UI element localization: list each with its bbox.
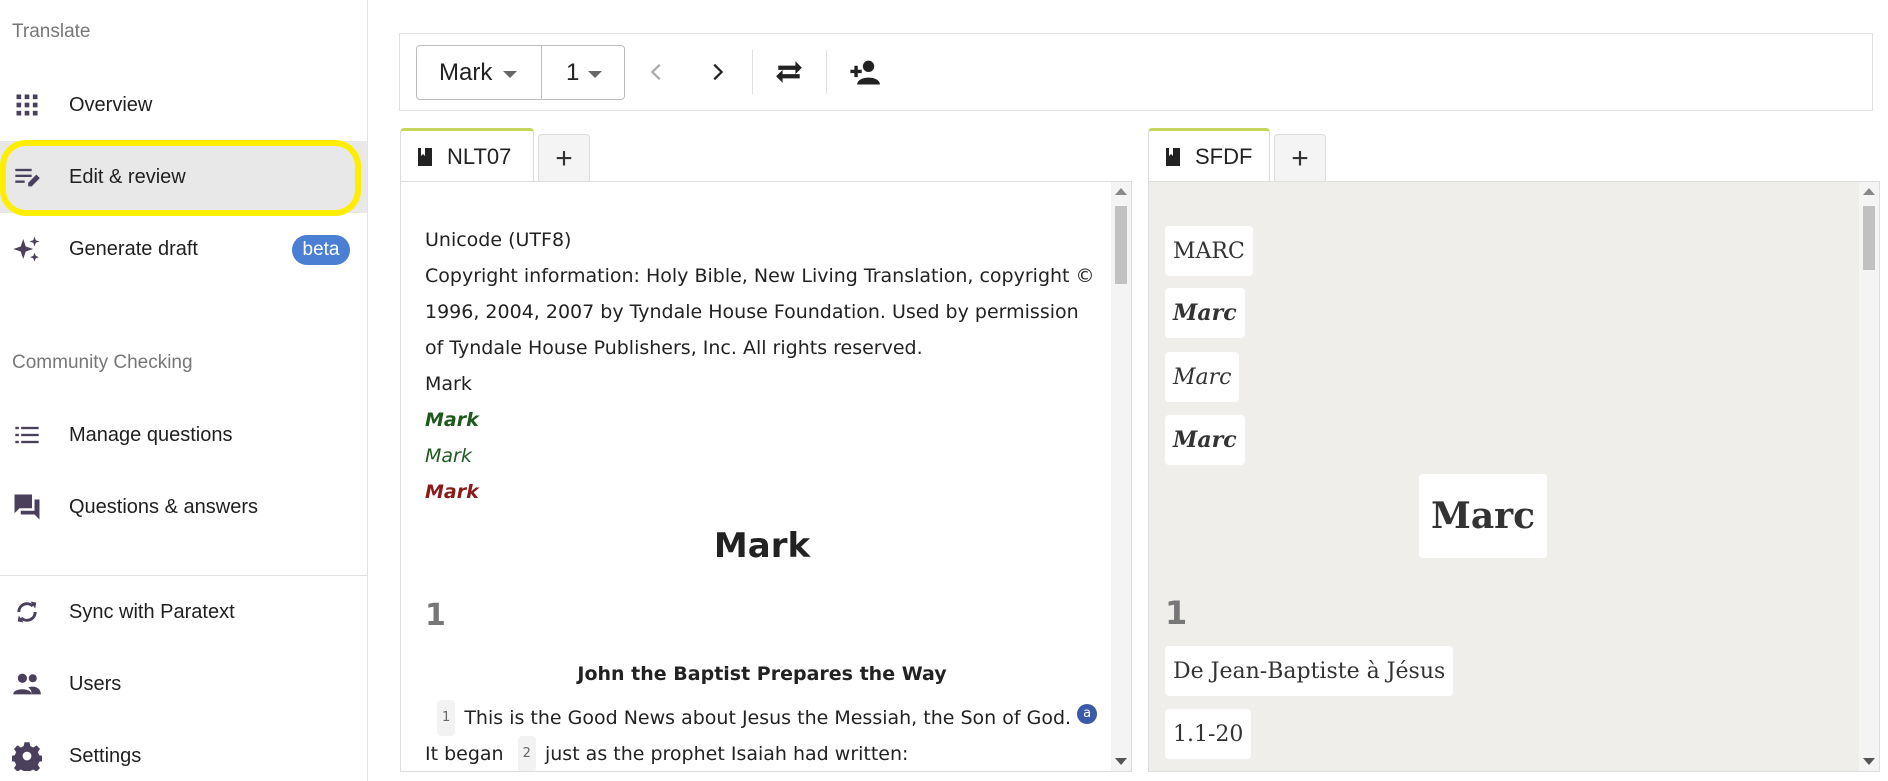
- previous-chapter-button[interactable]: [635, 50, 679, 94]
- book-name-red: Mark: [425, 481, 479, 503]
- swap-icon: [776, 61, 802, 83]
- book-name-bold: Mark: [425, 409, 479, 431]
- book-select-value: Mark: [439, 58, 493, 86]
- list-icon: [12, 420, 42, 450]
- app: Translate Overview Edit & review Generat…: [0, 0, 1888, 781]
- segment-book-bold[interactable]: Marc: [1165, 288, 1245, 338]
- translate-section-title: Translate: [12, 21, 91, 42]
- sidebar-item-label: Overview: [69, 93, 153, 116]
- sidebar-item-overview[interactable]: Overview: [0, 69, 367, 141]
- tab-label: NLT07: [447, 143, 512, 169]
- chapter-number: 1: [1165, 594, 1188, 632]
- gear-icon: [12, 741, 42, 771]
- section-heading: John the Baptist Prepares the Way: [577, 663, 947, 685]
- tab-sfdf[interactable]: SFDF: [1148, 128, 1270, 182]
- beta-badge: beta: [292, 235, 350, 265]
- chevron-down-icon: [588, 71, 602, 78]
- chevron-right-icon: [713, 63, 724, 81]
- chapter-select-value: 1: [566, 58, 580, 86]
- book-title: Mark: [713, 526, 811, 566]
- sidebar-item-label: Sync with Paratext: [69, 600, 235, 623]
- grid-icon: [12, 90, 42, 120]
- verse-text: This is the Good News about Jesus the Me…: [464, 707, 1072, 729]
- segment-book-bold-2[interactable]: Marc: [1165, 415, 1245, 465]
- scroll-down-icon[interactable]: [1863, 758, 1875, 765]
- scroll-down-icon[interactable]: [1115, 758, 1127, 765]
- verse-text: just as the prophet Isaiah had written:: [544, 743, 909, 765]
- source-panel: NLT07 + Unicode (UTF8) Copyright informa…: [400, 128, 1132, 772]
- segment-book-caps[interactable]: MARC: [1165, 226, 1253, 276]
- translation-editor[interactable]: MARC Marc Marc Marc Marc 1 De Jean-Bapti…: [1148, 181, 1880, 772]
- scrollbar-thumb[interactable]: [1863, 206, 1875, 270]
- verse-number[interactable]: 2: [517, 736, 536, 771]
- segment-section-heading[interactable]: De Jean-Baptiste à Jésus: [1165, 646, 1454, 696]
- verse-text: It began: [425, 743, 504, 765]
- verse-1: 1 This is the Good News about Jesus the …: [425, 700, 1099, 736]
- sidebar-item-users[interactable]: Users: [0, 648, 367, 720]
- add-user-button[interactable]: [842, 50, 886, 94]
- book-icon: [1166, 147, 1180, 166]
- people-icon: [12, 669, 42, 699]
- segment-reference[interactable]: 1.1-20: [1165, 709, 1252, 759]
- source-text-area: Unicode (UTF8) Copyright information: Ho…: [400, 181, 1132, 772]
- target-panel: SFDF + MARC Marc Marc Marc Marc 1 De Jea…: [1148, 128, 1880, 772]
- swap-panels-button[interactable]: [767, 50, 811, 94]
- scrollbar-thumb[interactable]: [1115, 206, 1127, 284]
- sidebar: Translate Overview Edit & review Generat…: [0, 0, 368, 781]
- scroll-up-icon[interactable]: [1115, 188, 1127, 195]
- tab-label: SFDF: [1195, 143, 1253, 169]
- scroll-up-icon[interactable]: [1863, 188, 1875, 195]
- toolbar-separator: [826, 50, 827, 94]
- sidebar-item-edit-review[interactable]: Edit & review: [0, 141, 367, 213]
- footnote-marker[interactable]: a: [1077, 703, 1098, 724]
- scrollbar[interactable]: [1111, 182, 1131, 771]
- sparkle-icon: [12, 234, 42, 264]
- verse-number[interactable]: 1: [437, 700, 456, 736]
- community-section-title: Community Checking: [12, 352, 193, 373]
- edit-lines-icon: [12, 162, 42, 192]
- add-tab-button[interactable]: +: [538, 134, 590, 182]
- sidebar-item-label: Edit & review: [69, 165, 186, 188]
- sidebar-item-questions-answers[interactable]: Questions & answers: [0, 471, 367, 543]
- sidebar-item-label: Generate draft: [69, 237, 198, 260]
- chevron-down-icon: [503, 71, 517, 78]
- sidebar-item-label: Questions & answers: [69, 495, 258, 518]
- encoding-line: Unicode (UTF8): [425, 229, 572, 251]
- sidebar-item-label: Manage questions: [69, 423, 233, 446]
- chevron-left-icon: [650, 63, 661, 81]
- book-name-italic: Mark: [425, 445, 472, 467]
- segment-book-italic[interactable]: Marc: [1165, 352, 1240, 402]
- segment-book-title[interactable]: Marc: [1419, 474, 1548, 558]
- next-chapter-button[interactable]: [695, 50, 739, 94]
- sidebar-item-manage-questions[interactable]: Manage questions: [0, 399, 367, 471]
- tab-nlt07[interactable]: NLT07: [400, 128, 534, 182]
- book-icon: [418, 147, 432, 166]
- chapter-number: 1: [425, 598, 446, 633]
- scrollbar[interactable]: [1859, 182, 1879, 771]
- sync-icon: [12, 597, 42, 627]
- book-name-line: Mark: [425, 373, 472, 395]
- copyright-paragraph: Copyright information: Holy Bible, New L…: [425, 265, 1095, 359]
- sidebar-item-sync[interactable]: Sync with Paratext: [0, 576, 367, 648]
- book-select[interactable]: Mark: [416, 45, 542, 100]
- person-add-icon: [850, 60, 880, 85]
- forum-icon: [12, 492, 42, 522]
- toolbar-separator: [752, 50, 753, 94]
- verse-2: It began 2 just as the prophet Isaiah ha…: [425, 736, 1099, 771]
- chapter-select[interactable]: 1: [541, 45, 625, 100]
- chapter-toolbar: Mark 1: [399, 33, 1873, 111]
- sidebar-item-settings[interactable]: Settings: [0, 720, 367, 781]
- sidebar-item-label: Users: [69, 672, 122, 695]
- add-tab-button[interactable]: +: [1274, 134, 1326, 182]
- sidebar-item-label: Settings: [69, 744, 142, 767]
